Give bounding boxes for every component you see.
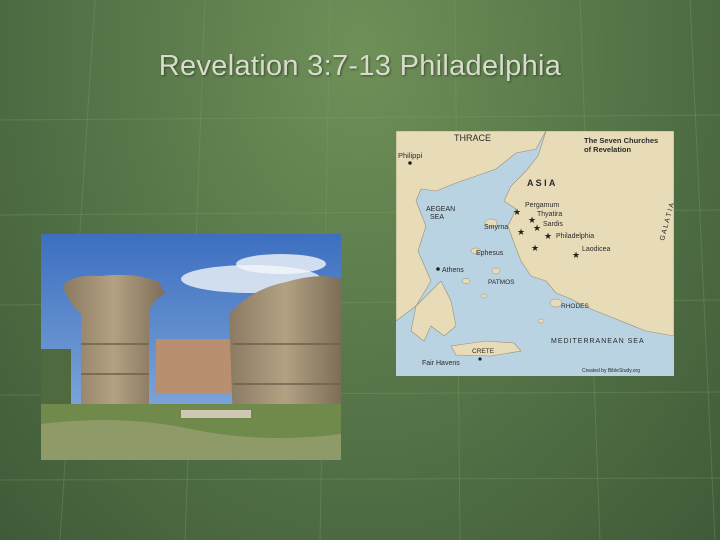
map-city-athens: Athens <box>442 267 464 274</box>
ruins-photo <box>41 234 341 460</box>
map-island-patmos: PATMOS <box>488 279 515 286</box>
map-island-crete: CRETE <box>472 348 495 355</box>
map-city-fair-havens: Fair Havens <box>422 360 460 367</box>
slide-title: Revelation 3:7-13 Philadelphia <box>158 50 562 82</box>
map-label-aegean-sea: SEA <box>430 214 444 221</box>
map-island-rhodes: RHODES <box>561 303 589 310</box>
philadelphia-star-icon: ★ <box>544 231 552 241</box>
ephesus-star-icon: ★ <box>531 243 539 253</box>
map-city-philadelphia: Philadelphia <box>556 233 594 240</box>
map-city-pergamum: Pergamum <box>525 202 559 209</box>
map-label-mediterranean: MEDITERRANEAN SEA <box>551 338 645 345</box>
map-label-aegean: AEGEAN <box>426 206 455 213</box>
slide: Revelation 3:7-13 Philadelphia The Seven… <box>0 0 720 540</box>
map-city-smyrna: Smyrna <box>484 224 508 231</box>
map-credit: Created by BibleStudy.org <box>582 368 640 374</box>
map-city-laodicea: Laodicea <box>582 246 611 253</box>
laodicea-star-icon: ★ <box>572 250 580 260</box>
map-label-asia: A S I A <box>527 178 556 188</box>
seven-churches-map: The Seven Churches of Revelation THRACE … <box>396 131 674 376</box>
map-city-sardis: Sardis <box>543 221 563 228</box>
map-city-thyatira: Thyatira <box>537 211 562 218</box>
map-city-ephesus: Ephesus <box>476 250 504 257</box>
smyrna-star-icon: ★ <box>517 227 525 237</box>
sardis-star-icon: ★ <box>533 223 541 233</box>
pergamum-star-icon: ★ <box>513 207 521 217</box>
map-legend-line2: of Revelation <box>584 145 632 154</box>
map-label-thrace: THRACE <box>454 133 491 143</box>
map-legend-line1: The Seven Churches <box>584 136 658 145</box>
map-city-philippi: Philippi <box>398 151 423 160</box>
